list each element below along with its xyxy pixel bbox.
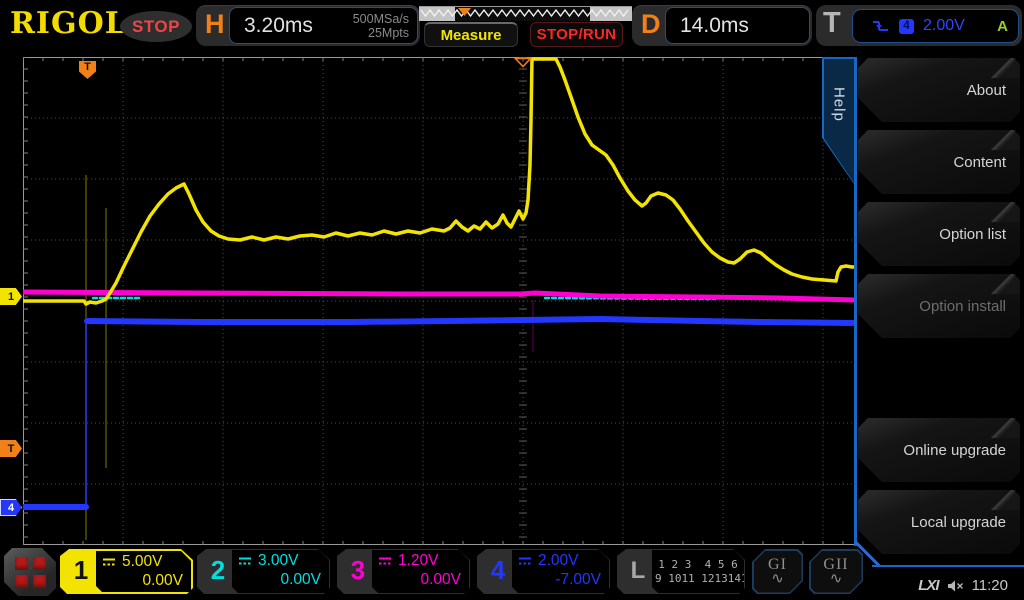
horizontal-inner: 3.20ms 500MSa/s 25Mpts — [229, 7, 418, 44]
horizontal-label: H — [205, 9, 225, 40]
menu-item-online-upgrade-label: Online upgrade — [903, 442, 1006, 459]
channel-2-number: 2 — [206, 555, 230, 586]
channel-1-offset: 0.00V — [102, 572, 183, 590]
ch1-level-tag[interactable]: 1 — [0, 288, 22, 305]
trigger-level-value: 2.00V — [923, 17, 965, 35]
menu-item-online-upgrade[interactable]: Online upgrade — [858, 418, 1020, 482]
delay-inner: 14.0ms — [665, 7, 810, 44]
acquisition-info: 500MSa/s 25Mpts — [353, 12, 417, 40]
main-menu-button[interactable] — [4, 548, 56, 596]
menu-item-about-label: About — [967, 82, 1006, 99]
channel-1-scale: 5.00V — [122, 553, 163, 571]
falling-edge-trigger-icon — [871, 18, 890, 34]
clock: 11:20 — [972, 577, 1008, 594]
menu-item-content-label: Content — [953, 154, 1006, 171]
menu-border-bottom — [872, 565, 1024, 567]
sine-wave-icon: ∿ — [771, 570, 784, 587]
logic-channels: 0 1 2 3 4 5 6 7 8 9 1011 12131415 — [652, 550, 744, 593]
generator-1-fill: GI ∿ — [754, 551, 802, 593]
channel-3-scale: 1.20V — [398, 552, 439, 570]
delay-value: 14.0ms — [666, 14, 749, 38]
channel-1-box[interactable]: 1 5.00V 0.00V — [60, 549, 193, 594]
menu-item-option-list-label: Option list — [939, 226, 1006, 243]
delay-panel[interactable]: D 14.0ms — [632, 5, 812, 46]
trigger-source-badge: 4 — [899, 19, 914, 34]
channel-3-number: 3 — [346, 555, 370, 586]
trigger-inner: 4 2.00V A — [852, 9, 1019, 43]
channel-4-box[interactable]: 4 2.00V -7.00V — [477, 549, 610, 594]
menu-item-local-upgrade-label: Local upgrade — [911, 514, 1006, 531]
lxi-badge: LXI — [918, 577, 938, 594]
menu-item-option-install: Option install — [858, 274, 1020, 338]
timebase-value: 3.20ms — [230, 14, 313, 38]
channel-2-scale: 3.00V — [258, 552, 299, 570]
status-area: LXI 11:20 — [918, 577, 1008, 594]
channel-4-number: 4 — [486, 555, 510, 586]
dc-coupling-icon — [102, 557, 117, 567]
trigger-mode: A — [997, 18, 1008, 35]
menu-item-option-list[interactable]: Option list — [858, 202, 1020, 266]
generator-2-fill: GII ∿ — [811, 551, 862, 593]
dc-coupling-icon — [378, 556, 393, 566]
waveform-display[interactable] — [23, 57, 855, 545]
speaker-muted-icon[interactable] — [947, 579, 964, 593]
delay-position-marker[interactable] — [514, 57, 532, 68]
trigger-level-tag[interactable]: T — [0, 440, 22, 457]
logic-analyzer-box[interactable]: L 0 1 2 3 4 5 6 7 8 9 1011 12131415 — [617, 549, 745, 594]
stop-run-button[interactable]: STOP/RUN — [530, 22, 623, 47]
trigger-label: T — [823, 7, 841, 40]
channel-3-offset: 0.00V — [378, 571, 461, 589]
sine-wave-icon: ∿ — [830, 570, 843, 587]
measure-button[interactable]: Measure — [424, 22, 518, 47]
generator-2-button[interactable]: GII ∿ — [809, 549, 863, 594]
channel-3-values: 1.20V 0.00V — [372, 550, 469, 593]
menu-item-about[interactable]: About — [858, 58, 1020, 122]
channel-4-values: 2.00V -7.00V — [512, 550, 609, 593]
dc-coupling-icon — [238, 556, 253, 566]
menu-border-line — [854, 57, 857, 546]
memory-depth: 25Mpts — [368, 26, 409, 40]
run-state-badge: STOP — [120, 11, 192, 42]
dc-coupling-icon — [518, 556, 533, 566]
trigger-panel[interactable]: T 4 2.00V A — [816, 5, 1022, 46]
menu-item-content[interactable]: Content — [858, 130, 1020, 194]
sample-rate: 500MSa/s — [353, 12, 409, 26]
delay-label: D — [641, 9, 661, 40]
logic-label: L — [626, 557, 650, 585]
channel-3-box[interactable]: 3 1.20V 0.00V — [337, 549, 470, 594]
channel-2-offset: 0.00V — [238, 571, 321, 589]
menu-item-local-upgrade[interactable]: Local upgrade — [858, 490, 1020, 554]
red-grid-icon — [15, 557, 46, 588]
oscilloscope-screen: RIGOL STOP H 3.20ms 500MSa/s 25Mpts Meas… — [0, 0, 1024, 600]
logic-row-2: 8 9 1011 12131415 — [642, 572, 755, 586]
menu-item-option-install-label: Option install — [919, 298, 1006, 315]
rigol-logo: RIGOL — [10, 6, 127, 41]
horizontal-panel[interactable]: H 3.20ms 500MSa/s 25Mpts — [196, 5, 420, 46]
channel-4-offset: -7.00V — [518, 571, 601, 589]
ch4-level-tag[interactable]: 4 — [0, 499, 22, 516]
generator-1-button[interactable]: GI ∿ — [752, 549, 803, 594]
waveform-overview-strip[interactable] — [419, 4, 632, 22]
channel-2-box[interactable]: 2 3.00V 0.00V — [197, 549, 330, 594]
channel-4-scale: 2.00V — [538, 552, 579, 570]
channel-1-number: 1 — [69, 555, 93, 586]
logic-row-1: 0 1 2 3 4 5 6 7 — [645, 558, 751, 572]
channel-1-values: 5.00V 0.00V — [96, 551, 191, 592]
channel-2-values: 3.00V 0.00V — [232, 550, 329, 593]
